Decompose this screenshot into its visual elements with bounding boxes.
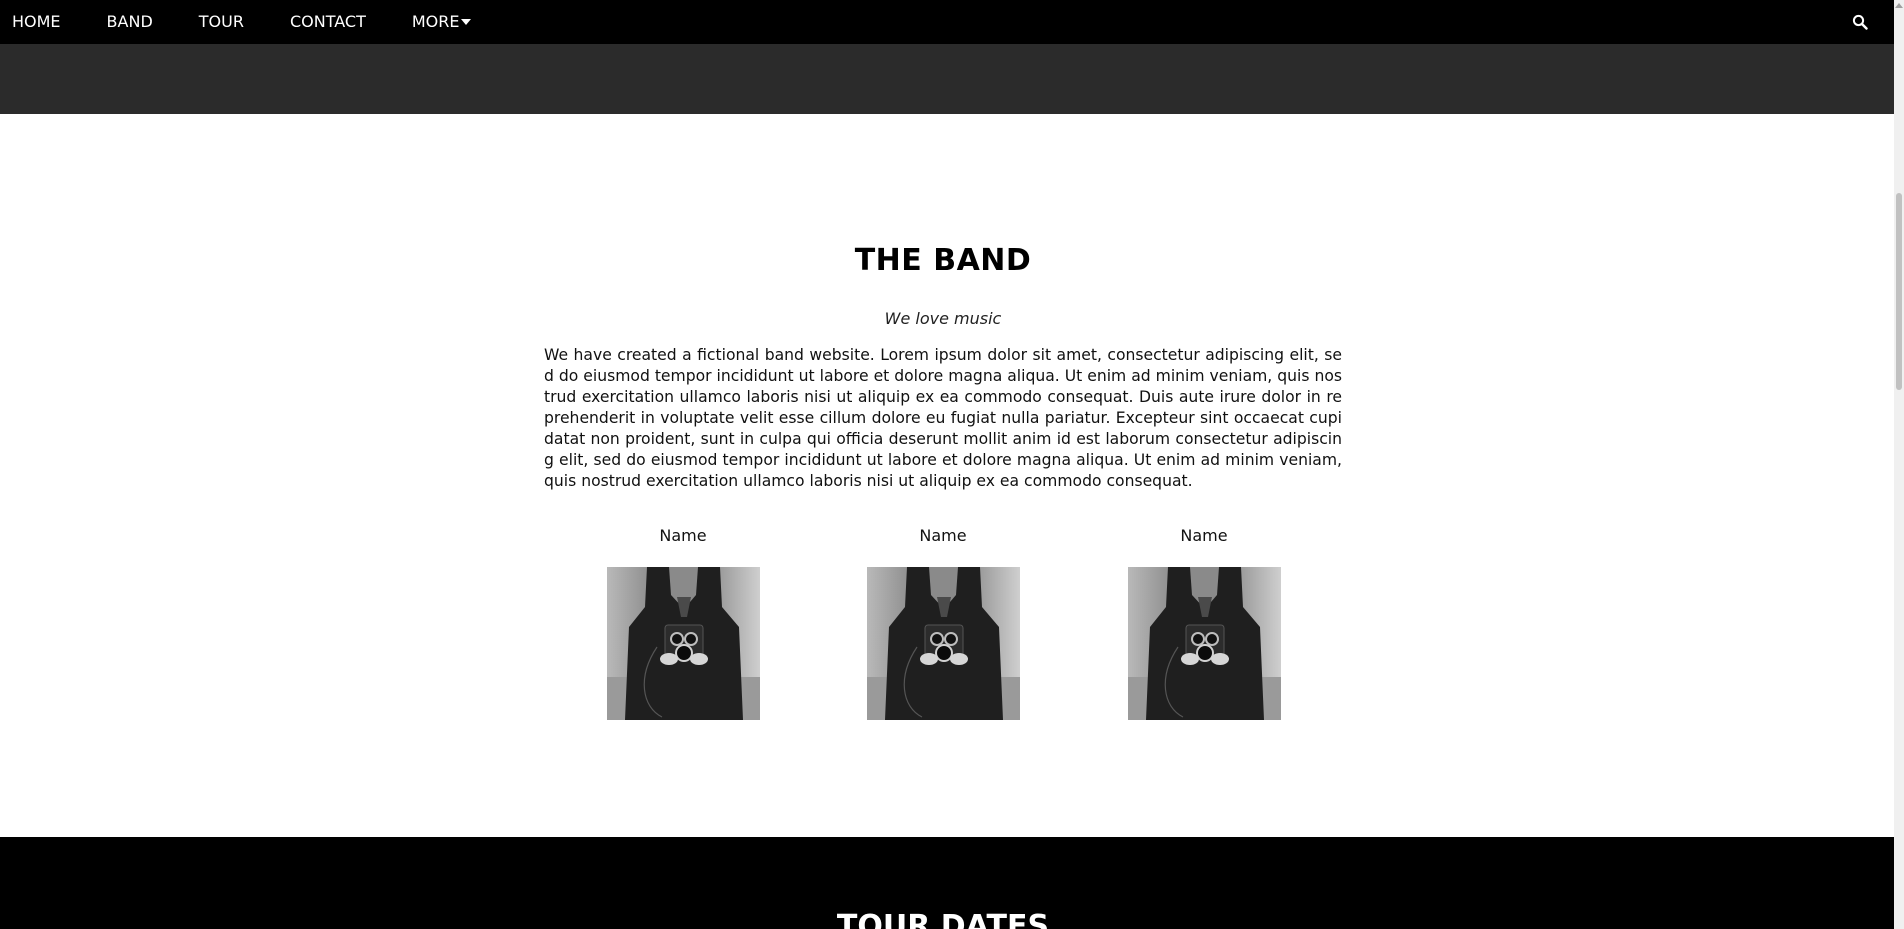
nav-home-label: HOME [12,12,61,31]
member-name: Name [1180,526,1228,545]
nav-more-label: MORE [411,12,460,31]
member-card: Name [1104,525,1304,720]
member-photo[interactable] [866,567,1020,720]
nav-tour-label: TOUR [198,12,244,31]
tour-title: TOUR DATES [836,909,1050,929]
member-photo[interactable] [1127,567,1281,720]
caret-down-icon [461,19,472,25]
top-navbar: HOME BAND TOUR CONTACT MORE [0,0,1894,44]
band-description: We have created a fictional band website… [544,346,1342,490]
member-card: Name [583,525,783,720]
scroll-up-arrow-icon[interactable] [1895,3,1903,8]
browser-viewport: HOME BAND TOUR CONTACT MORE THE BAND We … [0,0,1904,929]
hero-image-strip [0,44,1894,114]
band-section: THE BAND We love music We have created a… [0,114,1894,837]
search-icon [1852,14,1868,30]
nav-home-link[interactable]: HOME [0,0,84,44]
nav-band-link[interactable]: BAND [84,0,176,44]
nav-tour-link[interactable]: TOUR [176,0,267,44]
band-members: Name Name Name [544,525,1342,725]
band-tagline: We love music [884,309,1002,328]
member-name: Name [919,526,967,545]
scrollbar-thumb[interactable] [1896,193,1902,390]
nav-more-dropdown[interactable]: MORE [389,0,495,44]
nav-contact-label: CONTACT [289,12,366,31]
vertical-scrollbar[interactable] [1894,0,1904,929]
member-card: Name [843,525,1043,720]
band-title: THE BAND [854,243,1032,278]
nav-contact-link[interactable]: CONTACT [267,0,389,44]
search-button[interactable] [1840,0,1880,44]
tour-section: TOUR DATES [0,837,1894,929]
nav-band-label: BAND [106,12,153,31]
member-name: Name [659,526,707,545]
member-photo[interactable] [606,567,760,720]
page: HOME BAND TOUR CONTACT MORE THE BAND We … [0,0,1894,929]
